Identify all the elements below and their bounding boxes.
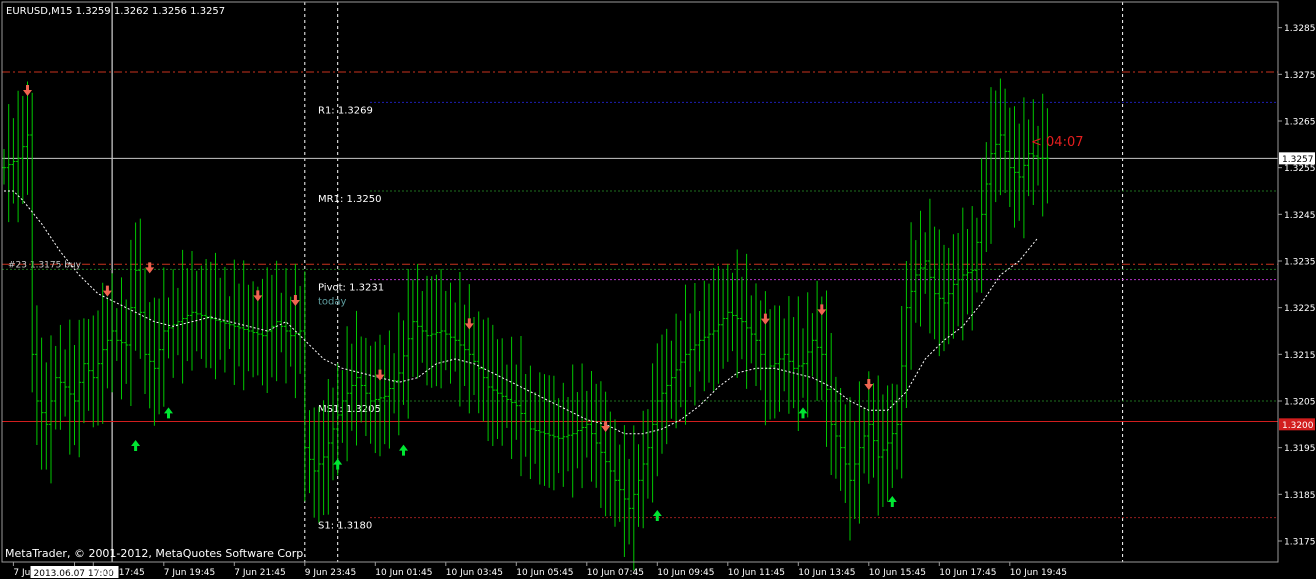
x-tick-label: 10 Jun 17:45 <box>939 568 996 578</box>
support-price-label: 1.3200 <box>1282 421 1314 431</box>
price-chart[interactable]: #23 1.3175 buy R1: 1.3269 MR1: 1.3250 Pivot… <box>0 0 1316 579</box>
x-tick-label: 10 Jun 13:45 <box>798 568 855 578</box>
today-label: today <box>318 297 347 308</box>
x-tick-label: 10 Jun 09:45 <box>657 568 714 578</box>
y-tick-label: 1.3265 <box>1284 118 1316 128</box>
pivot-level-label-pivot: Pivot: 1.3231 <box>318 283 384 294</box>
y-tick-label: 1.3245 <box>1284 211 1316 221</box>
y-tick-label: 1.3235 <box>1284 258 1316 268</box>
order-label: #23 1.3175 buy <box>8 260 82 270</box>
y-tick-label: 1.3215 <box>1284 351 1316 361</box>
y-tick-label: 1.3205 <box>1284 398 1316 408</box>
pivot-level-label-mr1: MR1: 1.3250 <box>318 194 381 205</box>
y-tick-label: 1.3285 <box>1284 24 1316 34</box>
y-tick-label: 1.3185 <box>1284 491 1316 501</box>
x-tick-label: 10 Jun 03:45 <box>446 568 503 578</box>
x-tick-label: 10 Jun 19:45 <box>1010 568 1067 578</box>
copyright-text: MetaTrader, © 2001-2012, MetaQuotes Soft… <box>5 547 307 560</box>
x-tick-label: 7 Jun 21:45 <box>234 568 285 578</box>
x-tick-label: 9 Jun 23:45 <box>305 568 356 578</box>
x-tick-label: 10 Jun 11:45 <box>728 568 785 578</box>
y-tick-label: 1.3225 <box>1284 304 1316 314</box>
x-tick-label: 10 Jun 15:45 <box>869 568 926 578</box>
y-tick-label: 1.3255 <box>1284 164 1316 174</box>
y-tick-label: 1.3175 <box>1284 538 1316 548</box>
pivot-level-label-ms1: MS1: 1.3205 <box>318 404 381 415</box>
symbol-info: EURUSD,M15 1.3259 1.3262 1.3256 1.3257 <box>6 6 225 17</box>
bid-price-label: 1.3257 <box>1282 155 1314 165</box>
x-tick-label: 7 Jun 19:45 <box>164 568 215 578</box>
x-tick-label: 10 Jun 01:45 <box>375 568 432 578</box>
chart-background <box>0 0 1316 579</box>
y-tick-label: 1.3275 <box>1284 71 1316 81</box>
pivot-level-label-s1: S1: 1.3180 <box>318 521 372 532</box>
y-tick-label: 1.3195 <box>1284 444 1316 454</box>
candle-timer: < 04:07 <box>1031 135 1084 150</box>
x-tick-label: 10 Jun 07:45 <box>587 568 644 578</box>
x-tick-label: 7 Jun 17:45 <box>93 568 144 578</box>
pivot-level-label-r1: R1: 1.3269 <box>318 105 373 116</box>
x-tick-label: 10 Jun 05:45 <box>516 568 573 578</box>
